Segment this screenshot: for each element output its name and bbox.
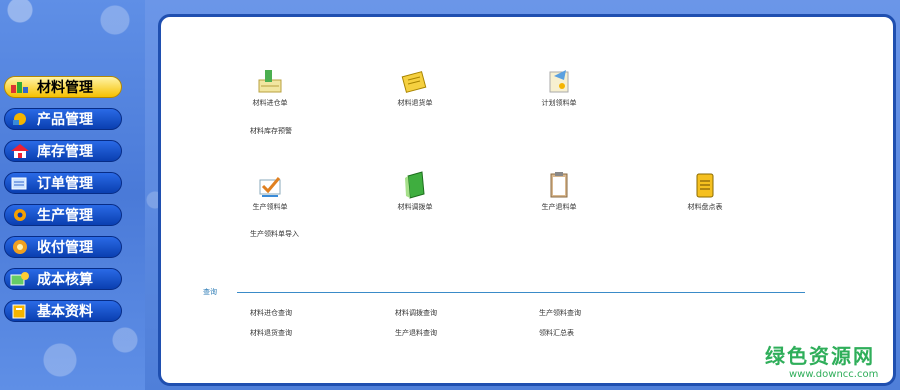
basic-info-icon bbox=[9, 302, 31, 320]
stock-in-icon bbox=[255, 66, 285, 96]
tile-clipboard[interactable]: 生产退料单 bbox=[524, 170, 594, 212]
clipboard-icon bbox=[544, 170, 574, 200]
query-link[interactable]: 材料进仓查询 bbox=[250, 308, 292, 318]
sidebar-item-materials[interactable]: 材料管理 bbox=[4, 76, 122, 98]
sidebar-item-label: 库存管理 bbox=[37, 144, 93, 160]
watermark: 绿色资源网 www.downcc.com bbox=[765, 340, 878, 380]
watermark-url: www.downcc.com bbox=[789, 369, 879, 380]
transfer-book-icon bbox=[400, 170, 430, 200]
cost-icon bbox=[9, 270, 31, 288]
sidebar-item-label: 成本核算 bbox=[37, 272, 93, 288]
section-divider bbox=[237, 292, 805, 293]
plan-requisition-icon bbox=[544, 66, 574, 96]
query-link[interactable]: 领料汇总表 bbox=[539, 328, 574, 338]
sidebar-item-label: 订单管理 bbox=[37, 176, 93, 192]
sidebar-menu: 材料管理 产品管理 库存管理 订单管理 生产管理 收付管理 成本核算 基本资料 bbox=[4, 76, 122, 332]
orders-icon bbox=[9, 174, 31, 192]
tile-plan-requisition[interactable]: 计划领料单 bbox=[524, 66, 594, 108]
sidebar-item-basic-info[interactable]: 基本资料 bbox=[4, 300, 122, 322]
warehouse-icon bbox=[9, 142, 31, 160]
query-link[interactable]: 材料调拨查询 bbox=[395, 308, 437, 318]
sidebar-item-label: 生产管理 bbox=[37, 208, 93, 224]
sidebar-item-label: 基本资料 bbox=[37, 304, 93, 320]
sidebar-item-products[interactable]: 产品管理 bbox=[4, 108, 122, 130]
tile-transfer-book[interactable]: 材料调拨单 bbox=[380, 170, 450, 212]
sidebar-item-label: 收付管理 bbox=[37, 240, 93, 256]
inventory-list-icon bbox=[690, 170, 720, 200]
sidebar-item-cost[interactable]: 成本核算 bbox=[4, 268, 122, 290]
products-icon bbox=[9, 110, 31, 128]
production-icon bbox=[9, 206, 31, 224]
payments-icon bbox=[9, 238, 31, 256]
sidebar-item-orders[interactable]: 订单管理 bbox=[4, 172, 122, 194]
sidebar-item-label: 材料管理 bbox=[37, 80, 93, 96]
query-link[interactable]: 材料退货查询 bbox=[250, 328, 292, 338]
tile-inventory-list[interactable]: 材料盘点表 bbox=[670, 170, 740, 212]
query-section-label: 查询 bbox=[203, 288, 217, 296]
watermark-text: 绿色资源网 bbox=[765, 344, 875, 368]
return-note-icon bbox=[400, 66, 430, 96]
tile-label: 材料调拨单 bbox=[397, 203, 433, 211]
tile-label: 材料退货单 bbox=[397, 99, 433, 107]
query-link[interactable]: 生产领料查询 bbox=[539, 308, 581, 318]
sidebar-item-production[interactable]: 生产管理 bbox=[4, 204, 122, 226]
tile-label: 材料进仓单 bbox=[252, 99, 288, 107]
production-import-link[interactable]: 生产领料单导入 bbox=[250, 229, 299, 239]
tile-production-requisition[interactable]: 生产领料单 bbox=[235, 170, 305, 212]
sidebar-item-warehouse[interactable]: 库存管理 bbox=[4, 140, 122, 162]
stock-warning-link[interactable]: 材料库存预警 bbox=[250, 126, 292, 136]
query-link[interactable]: 生产退料查询 bbox=[395, 328, 437, 338]
sidebar-item-payments[interactable]: 收付管理 bbox=[4, 236, 122, 258]
tile-stock-in[interactable]: 材料进仓单 bbox=[235, 66, 305, 108]
tile-label: 计划领料单 bbox=[541, 99, 577, 107]
tile-label: 生产领料单 bbox=[252, 203, 288, 211]
sidebar-item-label: 产品管理 bbox=[37, 112, 93, 128]
tile-label: 材料盘点表 bbox=[687, 203, 723, 211]
tile-return-note[interactable]: 材料退货单 bbox=[380, 66, 450, 108]
materials-icon bbox=[9, 78, 31, 96]
tile-label: 生产退料单 bbox=[541, 203, 577, 211]
production-requisition-icon bbox=[255, 170, 285, 200]
